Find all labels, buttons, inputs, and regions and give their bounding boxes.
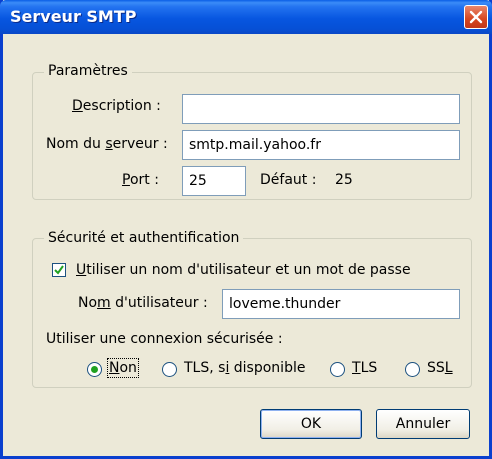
cancel-button[interactable]: Annuler xyxy=(376,409,470,439)
close-button[interactable] xyxy=(464,5,488,29)
radio-non-label[interactable]: Non xyxy=(107,358,139,378)
ok-button-label: OK xyxy=(300,416,322,432)
radio-ssl-label[interactable]: SSL xyxy=(427,360,453,376)
radio-tls-if-available-label[interactable]: TLS, si disponible xyxy=(184,360,305,376)
ok-button[interactable]: OK xyxy=(260,409,362,439)
check-icon xyxy=(54,265,64,275)
radio-ssl[interactable] xyxy=(405,362,420,377)
radio-non[interactable] xyxy=(87,362,102,377)
parametres-legend: Paramètres xyxy=(44,63,132,79)
default-port-value: 25 xyxy=(335,172,353,188)
default-port-label: Défaut : xyxy=(260,172,317,188)
description-label: Description : xyxy=(72,98,161,114)
username-label: Nom d'utilisateur : xyxy=(78,295,208,311)
window-title: Serveur SMTP xyxy=(10,7,137,26)
description-field[interactable] xyxy=(182,94,460,124)
port-field[interactable]: 25 xyxy=(182,166,246,196)
security-legend: Sécurité et authentification xyxy=(44,230,244,246)
use-auth-checkbox[interactable] xyxy=(52,263,66,277)
username-field[interactable]: loveme.thunder xyxy=(222,289,460,319)
port-label: Port : xyxy=(122,172,159,188)
radio-tls[interactable] xyxy=(330,362,345,377)
close-icon xyxy=(469,10,483,24)
server-name-field[interactable]: smtp.mail.yahoo.fr xyxy=(182,130,460,160)
secure-connection-label: Utiliser une connexion sécurisée : xyxy=(46,331,283,347)
radio-tls-if-available[interactable] xyxy=(162,362,177,377)
use-auth-label[interactable]: Utiliser un nom d'utilisateur et un mot … xyxy=(76,262,411,278)
title-bar[interactable]: Serveur SMTP xyxy=(0,0,492,34)
cancel-button-label: Annuler xyxy=(395,416,451,432)
radio-tls-label[interactable]: TLS xyxy=(352,360,377,376)
server-name-label: Nom du serveur : xyxy=(46,136,168,152)
